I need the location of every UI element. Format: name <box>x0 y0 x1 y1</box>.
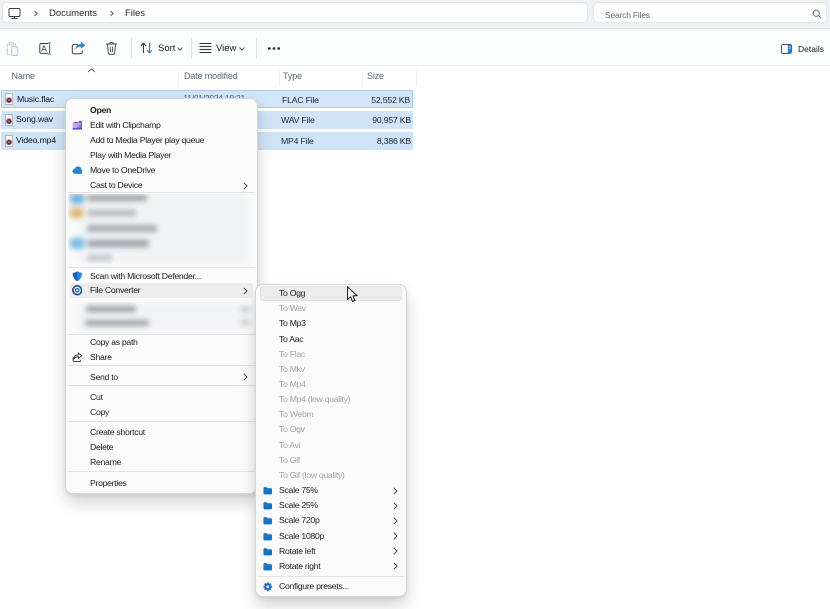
svg-text:A: A <box>41 44 47 54</box>
